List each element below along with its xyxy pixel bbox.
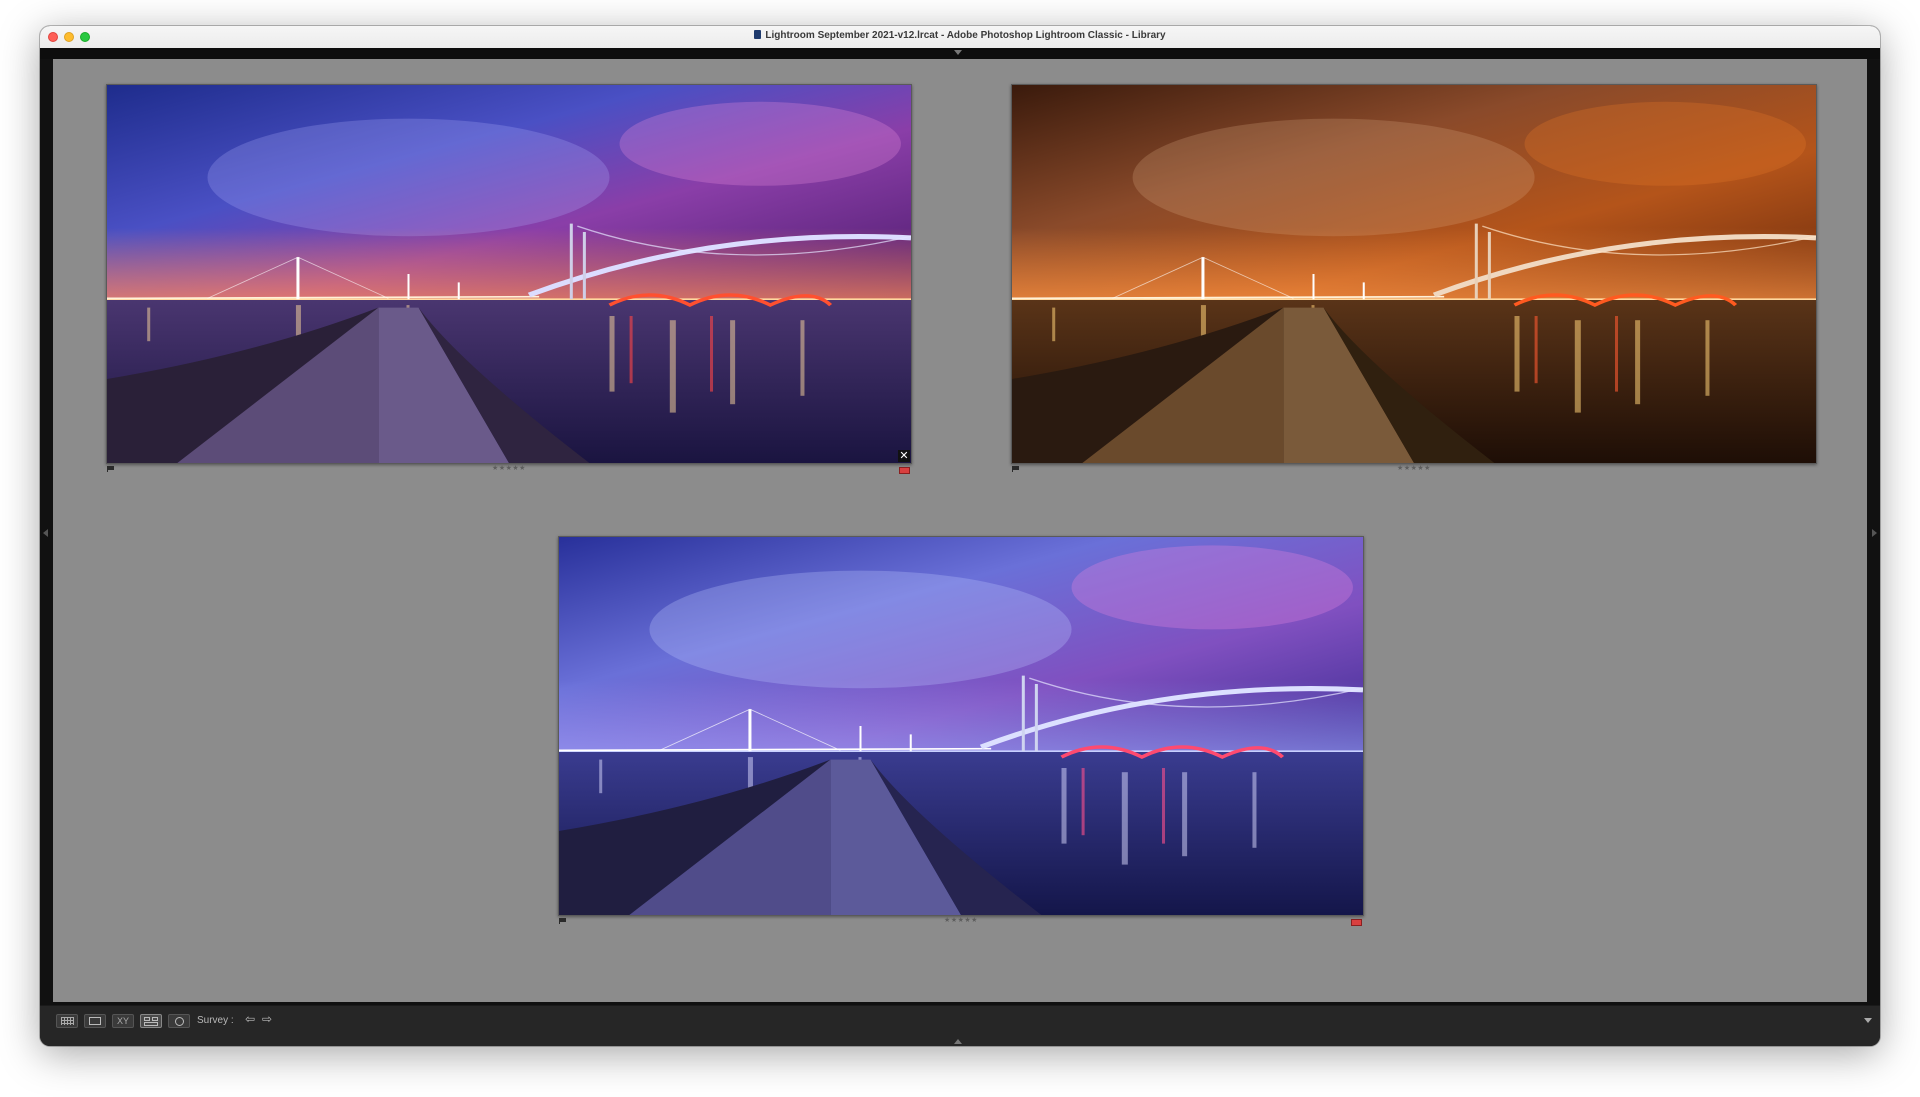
bridge-photo-orange xyxy=(1012,85,1816,463)
photo-cell-1[interactable]: ✕ ★★★★★ xyxy=(106,84,912,476)
photo-cell-2[interactable]: ★★★★★ xyxy=(1011,84,1817,476)
star-rating[interactable]: ★★★★★ xyxy=(558,916,1364,924)
survey-view-icon-part xyxy=(144,1022,158,1026)
top-panel-toggle[interactable] xyxy=(40,48,1880,59)
right-panel-toggle[interactable] xyxy=(1867,59,1880,1006)
star-rating[interactable]: ★★★★★ xyxy=(1011,464,1817,472)
compare-view-button[interactable]: XY xyxy=(112,1014,134,1028)
photo-1-image[interactable] xyxy=(106,84,912,464)
survey-canvas: ✕ ★★★★★ ★★★★★ ★★★★★ xyxy=(53,59,1867,1002)
color-label-red[interactable] xyxy=(1351,919,1362,926)
previous-photo-button[interactable]: ⇦ xyxy=(245,1012,255,1026)
compare-view-label: XY xyxy=(116,1016,129,1026)
toolbar-options-chevron-down-icon[interactable] xyxy=(1864,1018,1872,1023)
people-view-icon xyxy=(175,1017,184,1026)
triangle-right-icon xyxy=(1872,529,1877,537)
color-label-red[interactable] xyxy=(899,467,910,474)
grid-view-button[interactable] xyxy=(56,1014,78,1028)
photo-cell-3[interactable]: ★★★★★ xyxy=(558,536,1364,928)
left-panel-toggle[interactable] xyxy=(40,59,53,1006)
photo-3-meta: ★★★★★ xyxy=(558,916,1364,928)
window-title: Lightroom September 2021-v12.lrcat - Ado… xyxy=(765,30,1166,41)
survey-view-icon-part xyxy=(152,1017,158,1021)
next-photo-button[interactable]: ⇨ xyxy=(262,1012,272,1026)
deselect-photo-close-icon[interactable]: ✕ xyxy=(898,450,910,462)
photo-2-meta: ★★★★★ xyxy=(1011,464,1817,476)
triangle-down-icon xyxy=(954,50,962,55)
title-bar: Lightroom September 2021-v12.lrcat - Ado… xyxy=(40,26,1880,49)
photo-3-image[interactable] xyxy=(558,536,1364,916)
loupe-view-icon xyxy=(89,1017,101,1025)
loupe-view-button[interactable] xyxy=(84,1014,106,1028)
survey-view-icon xyxy=(144,1017,150,1021)
view-mode-label: Survey : xyxy=(197,1015,234,1026)
filmstrip-toggle-triangle-up-icon[interactable] xyxy=(954,1039,962,1044)
triangle-left-icon xyxy=(43,529,48,537)
people-view-button[interactable] xyxy=(168,1014,190,1028)
document-icon xyxy=(754,30,762,39)
lightroom-window: Lightroom September 2021-v12.lrcat - Ado… xyxy=(40,26,1880,1046)
star-rating[interactable]: ★★★★★ xyxy=(106,464,912,472)
grid-view-icon xyxy=(61,1017,74,1025)
bridge-photo-purple xyxy=(107,85,911,463)
library-toolbar: XY Survey : ⇦ ⇨ xyxy=(40,1005,1880,1046)
photo-1-meta: ★★★★★ xyxy=(106,464,912,476)
window-title-area: Lightroom September 2021-v12.lrcat - Ado… xyxy=(40,30,1880,41)
bridge-photo-blue xyxy=(559,537,1363,915)
survey-view-button[interactable] xyxy=(140,1014,162,1028)
photo-2-image[interactable] xyxy=(1011,84,1817,464)
